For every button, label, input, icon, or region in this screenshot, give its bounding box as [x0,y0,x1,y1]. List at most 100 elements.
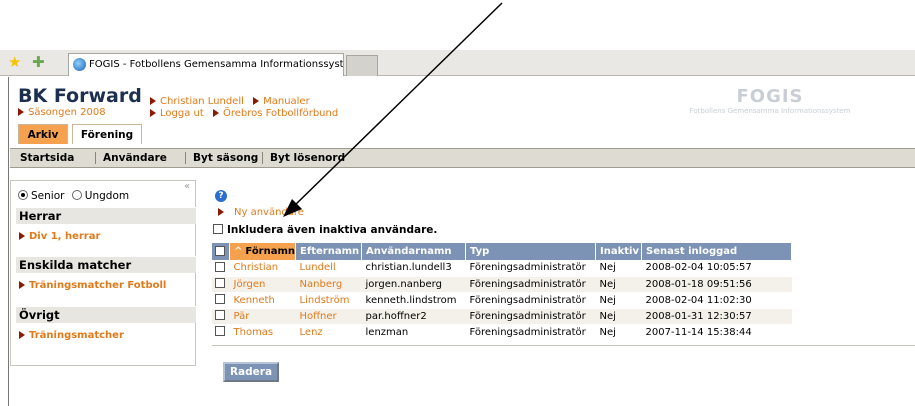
table-row: Thomas Lenz lenzman Föreningsadministrat… [212,324,792,341]
tab-arkiv[interactable]: Arkiv [18,124,68,144]
triangle-bullet-icon [18,108,24,116]
cell-inaktiv: Nej [595,276,642,293]
triangle-bullet-icon [150,109,156,117]
brand-title: FOGIS [736,86,804,107]
row-checkbox[interactable] [215,326,225,336]
fogis-logo: FOGIS Fotbollens Gemensamma Informations… [640,86,900,115]
cell-senast-inloggad: 2008-02-04 10:05:57 [641,260,792,277]
favorites-star-icon[interactable]: ★ [8,54,21,70]
sidebar-section-herrar: Herrar [16,207,196,224]
subnav-separator [262,152,263,164]
column-typ[interactable]: Typ [465,243,597,260]
cell-inaktiv: Nej [595,292,642,309]
browser-tab-fogis[interactable]: FOGIS - Fotbollens Gemensamma Informatio… [68,53,344,76]
cell-fornamn[interactable]: Jörgen [229,276,296,293]
column-fornamn[interactable]: ^ Förnamn [229,243,297,260]
brand-subtitle: Fotbollens Gemensamma Informationssystem [689,107,851,115]
cell-anvandarnamn: christian.lundell3 [361,260,466,277]
cell-typ: Föreningsadministratör [465,276,596,293]
sidebar-link-traningsmatcher-fotboll[interactable]: Träningsmatcher Fotboll [19,280,166,291]
triangle-bullet-icon [212,109,219,117]
row-checkbox[interactable] [215,310,225,320]
table-row: Pär Hoffner par.hoffner2 Föreningsadmini… [212,308,792,325]
sidebar-link-div1[interactable]: Div 1, herrar [19,231,100,242]
add-favorite-icon[interactable]: ✚ [32,54,45,70]
new-tab-button[interactable] [346,55,378,76]
page-left-border [8,77,9,406]
sidebar-link-traningsmatcher[interactable]: Träningsmatcher [19,330,124,341]
user-name-link[interactable]: Christian Lundell [150,96,244,107]
cell-anvandarnamn: lenzman [361,324,466,341]
column-anvandarnamn[interactable]: Användarnamn [361,243,467,260]
cell-efternamn[interactable]: Nanberg [295,276,362,293]
radio-ungdom[interactable] [71,190,82,200]
help-icon[interactable]: ? [215,190,227,202]
federation-link[interactable]: Örebros Fotbollförbund [212,108,338,119]
manuals-link[interactable]: Manualer [253,96,310,107]
row-checkbox[interactable] [215,294,225,304]
cell-efternamn[interactable]: Hoffner [295,308,362,325]
include-inactive-checkbox[interactable] [213,224,223,234]
subnav-byt-sasong[interactable]: Byt säsong [193,149,258,167]
radio-senior-label: Senior [31,190,65,202]
cell-senast-inloggad: 2008-01-31 12:30:57 [641,308,792,325]
select-all-checkbox[interactable] [215,245,225,256]
cell-fornamn[interactable]: Thomas [229,324,296,341]
cell-inaktiv: Nej [595,308,642,325]
cell-fornamn[interactable]: Kenneth [229,292,296,309]
cell-inaktiv: Nej [595,324,642,341]
age-group-selector: Senior Ungdom [18,190,129,202]
subnav-byt-losenord[interactable]: Byt lösenord [270,149,345,167]
column-senast-inloggad[interactable]: Senast inloggad [641,243,792,260]
include-inactive-row: Inkludera även inaktiva användare. [213,224,437,236]
sort-ascending-icon: ^ [234,246,243,257]
cell-anvandarnamn: jorgen.nanberg [361,276,466,293]
header-links: Christian Lundell Manualer Logga ut Öreb… [150,96,344,120]
collapse-sidebar-icon[interactable]: « [184,181,190,192]
cell-typ: Föreningsadministratör [465,308,596,325]
cell-senast-inloggad: 2007-11-14 15:38:44 [641,324,792,341]
organization-name: BK Forward [18,85,142,107]
cell-efternamn[interactable]: Lenz [295,324,362,341]
season-link[interactable]: Säsongen 2008 [18,107,106,118]
cell-inaktiv: Nej [595,260,642,277]
triangle-bullet-icon [218,208,224,216]
subnav-separator [185,152,186,164]
table-header-row: ^ Förnamn Efternamn Användarnamn Typ Inak… [212,243,792,260]
include-inactive-label: Inkludera även inaktiva användare. [227,224,438,236]
sidebar-section-enskilda: Enskilda matcher [16,256,196,273]
cell-senast-inloggad: 2008-02-04 11:02:30 [641,292,792,309]
radio-senior[interactable] [18,190,28,200]
cell-typ: Föreningsadministratör [465,292,596,309]
triangle-bullet-icon [150,97,156,105]
column-inaktiv[interactable]: Inaktiv [595,243,643,260]
column-efternamn[interactable]: Efternamn [295,243,363,260]
triangle-bullet-icon [19,232,25,240]
select-all-header [212,243,230,260]
delete-button[interactable]: Radera [223,362,279,382]
cell-fornamn[interactable]: Pär [229,308,296,325]
table-row: Christian Lundell christian.lundell3 För… [212,260,792,277]
sub-navigation: Startsida Användare Byt säsong Byt lösen… [10,148,915,168]
cell-efternamn[interactable]: Lundell [295,260,362,277]
cell-typ: Föreningsadministratör [465,324,596,341]
browser-tab-title: FOGIS - Fotbollens Gemensamma Informatio… [89,59,344,70]
subnav-anvandare[interactable]: Användare [103,149,167,167]
radio-ungdom-label: Ungdom [84,190,130,202]
users-table: ^ Förnamn Efternamn Användarnamn Typ Inak… [212,243,792,341]
logout-link[interactable]: Logga ut [150,108,204,119]
row-checkbox[interactable] [215,261,225,272]
subnav-separator [95,152,96,164]
triangle-bullet-icon [19,331,25,339]
subnav-startsida[interactable]: Startsida [20,149,74,167]
tab-forening[interactable]: Förening [72,124,142,144]
season-label: Säsongen 2008 [28,107,106,118]
triangle-bullet-icon [19,281,25,289]
content-divider [212,345,915,346]
cell-efternamn[interactable]: Lindström [295,292,362,309]
table-row: Kenneth Lindström kenneth.lindstrom Före… [212,292,792,309]
cell-typ: Föreningsadministratör [465,260,596,277]
cell-fornamn[interactable]: Christian [229,260,296,277]
row-checkbox[interactable] [215,278,225,288]
new-user-link[interactable]: Ny användare [218,207,304,218]
